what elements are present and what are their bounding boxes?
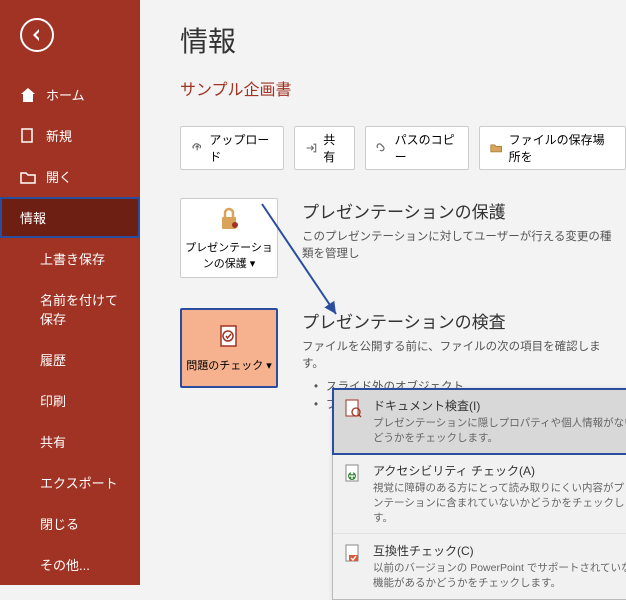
open-location-label: ファイルの保存場所を: [509, 131, 615, 165]
share-button[interactable]: 共有: [294, 126, 355, 170]
nav-info-label: 情報: [20, 208, 46, 227]
nav-info[interactable]: 情報: [0, 197, 140, 238]
protect-desc: このプレゼンテーションに対してユーザーが行える変更の種類を管理し: [302, 229, 616, 264]
action-bar: アップロード 共有 パスのコピー ファイルの保存場所を: [180, 126, 626, 170]
back-button[interactable]: [20, 18, 54, 52]
new-icon: [20, 128, 36, 144]
menu-accessibility-title: アクセシビリティ チェック(A): [373, 462, 626, 479]
inspect-dropdown: ドキュメント検査(I) プレゼンテーションに隠しプロパティや個人情報がないかどう…: [332, 388, 626, 600]
home-icon: [20, 87, 36, 103]
upload-label: アップロード: [209, 131, 273, 165]
inspect-heading: プレゼンテーションの検査: [302, 308, 616, 333]
menu-accessibility-desc: 視覚に障碍のある方にとって読み取りにくい内容がプレゼンテーションに含まれていない…: [373, 481, 626, 525]
inspect-desc: ファイルを公開する前に、ファイルの次の項目を確認します。: [302, 339, 616, 374]
menu-compat-title: 互換性チェック(C): [373, 542, 626, 559]
nav-export[interactable]: エクスポート: [0, 462, 140, 503]
inspect-doc-icon: [343, 398, 363, 418]
folder-icon: [490, 141, 502, 155]
nav-open[interactable]: 開く: [0, 156, 140, 197]
nav-home-label: ホーム: [46, 85, 85, 104]
open-icon: [20, 169, 36, 185]
menu-document-inspect-title: ドキュメント検査(I): [373, 397, 626, 414]
page-title: 情報: [180, 20, 626, 60]
upload-button[interactable]: アップロード: [180, 126, 284, 170]
copy-path-label: パスのコピー: [395, 131, 459, 165]
link-icon: [376, 141, 388, 155]
nav-new[interactable]: 新規: [0, 115, 140, 156]
menu-accessibility-check[interactable]: アクセシビリティ チェック(A) 視覚に障碍のある方にとって読み取りにくい内容が…: [333, 454, 626, 534]
main-pane: 情報 サンプル企画書 アップロード 共有 パスのコピー ファイルの保存場所を プ…: [140, 0, 626, 585]
upload-icon: [191, 141, 203, 155]
protect-body: プレゼンテーションの保護 このプレゼンテーションに対してユーザーが行える変更の種…: [302, 198, 626, 264]
copy-path-button[interactable]: パスのコピー: [365, 126, 469, 170]
open-location-button[interactable]: ファイルの保存場所を: [479, 126, 626, 170]
accessibility-icon: [343, 463, 363, 483]
nav-save-as[interactable]: 名前を付けて保存: [0, 279, 140, 339]
menu-document-inspect-desc: プレゼンテーションに隠しプロパティや個人情報がないかどうかをチェックします。: [373, 416, 626, 445]
nav-save[interactable]: 上書き保存: [0, 238, 140, 279]
compat-icon: [343, 543, 363, 563]
inspect-tile-label: 問題のチェック ▾: [186, 357, 272, 373]
nav-new-label: 新規: [46, 126, 72, 145]
nav-history[interactable]: 履歴: [0, 339, 140, 380]
protect-section: プレゼンテーションの保護 ▾ プレゼンテーションの保護 このプレゼンテーションに…: [180, 198, 626, 278]
inspect-tile[interactable]: 問題のチェック ▾: [180, 308, 278, 388]
nav-print[interactable]: 印刷: [0, 380, 140, 421]
protect-tile-label: プレゼンテーションの保護 ▾: [181, 239, 277, 271]
nav-share[interactable]: 共有: [0, 421, 140, 462]
lock-icon: [215, 205, 243, 233]
back-arrow-icon: [29, 27, 45, 43]
menu-compat-desc: 以前のバージョンの PowerPoint でサポートされていない機能があるかどう…: [373, 561, 626, 590]
nav-others[interactable]: その他...: [0, 544, 140, 585]
check-document-icon: [215, 323, 243, 351]
menu-document-inspect[interactable]: ドキュメント検査(I) プレゼンテーションに隠しプロパティや個人情報がないかどう…: [333, 389, 626, 454]
backstage-sidebar: ホーム 新規 開く 情報 上書き保存 名前を付けて保存 履歴 印刷 共有 エクス…: [0, 0, 140, 585]
menu-compatibility-check[interactable]: 互換性チェック(C) 以前のバージョンの PowerPoint でサポートされて…: [333, 534, 626, 598]
protect-heading: プレゼンテーションの保護: [302, 198, 616, 223]
nav-home[interactable]: ホーム: [0, 74, 140, 115]
share-label: 共有: [323, 131, 344, 165]
nav-open-label: 開く: [46, 167, 72, 186]
share-icon: [305, 141, 317, 155]
file-name: サンプル企画書: [180, 76, 626, 100]
nav-close[interactable]: 閉じる: [0, 503, 140, 544]
protect-tile[interactable]: プレゼンテーションの保護 ▾: [180, 198, 278, 278]
